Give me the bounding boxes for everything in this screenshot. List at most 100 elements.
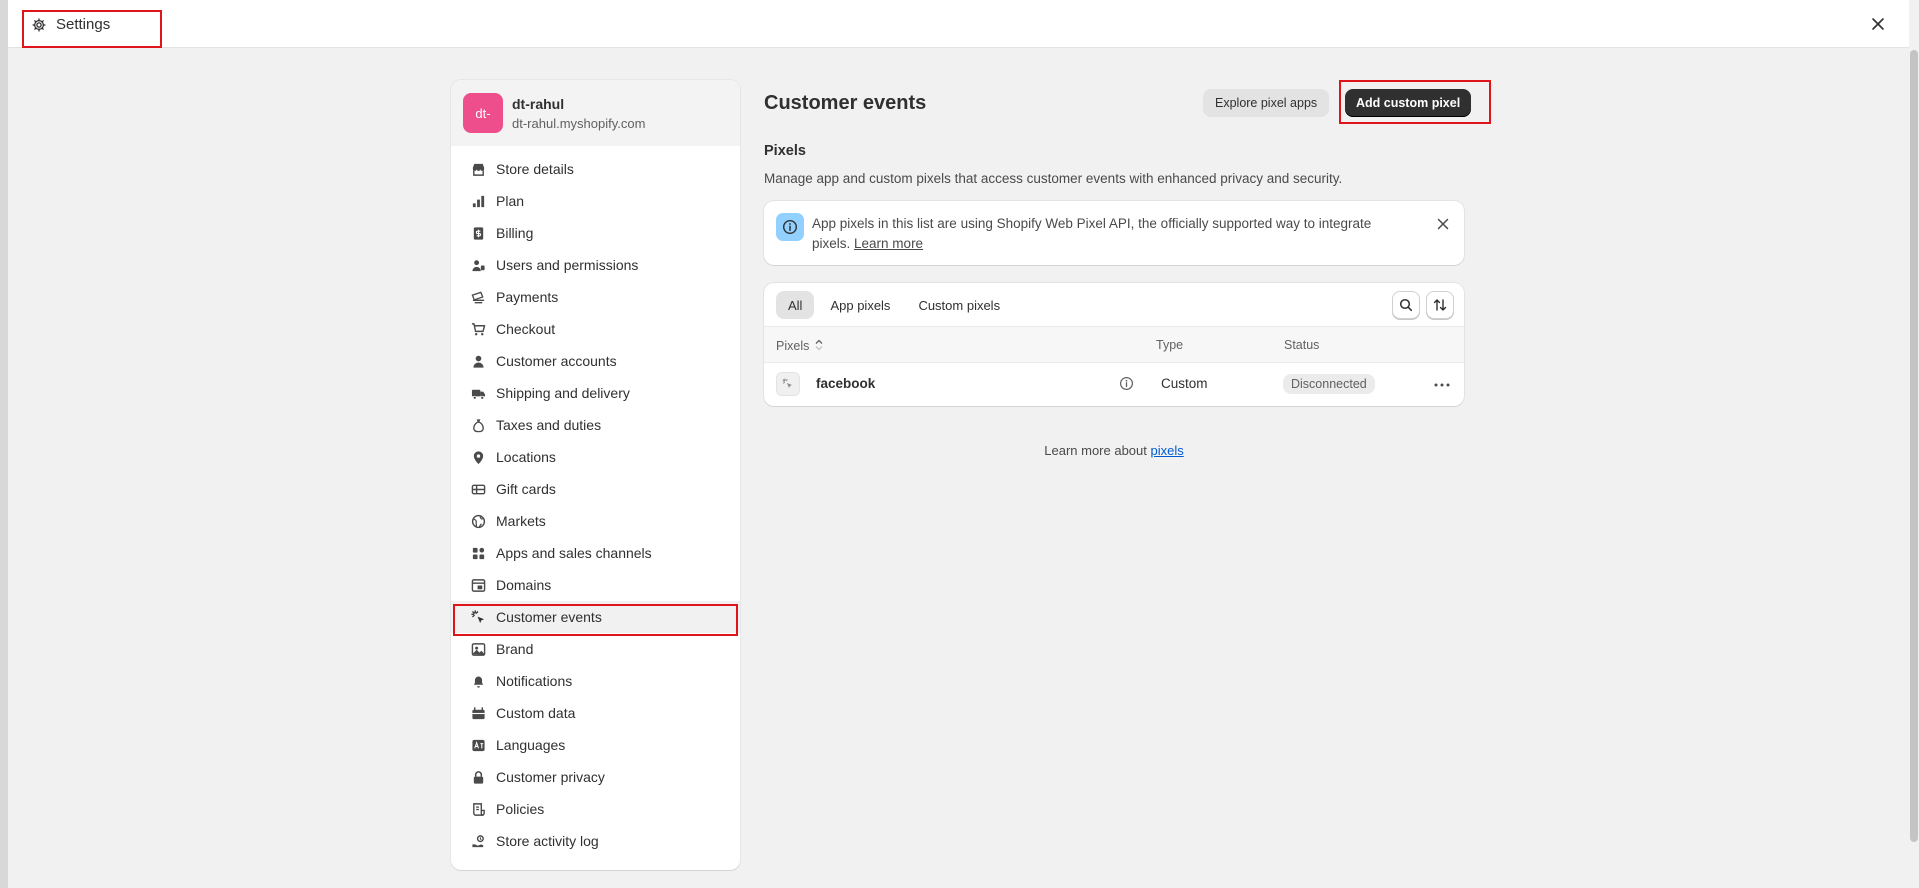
person-icon [470, 353, 486, 369]
custom-data-icon [470, 705, 486, 721]
store-name: dt-rahul [512, 95, 565, 112]
sidebar-item-custom-data[interactable]: Custom data [451, 697, 740, 729]
window-left-edge [0, 0, 8, 888]
search-icon [1399, 298, 1413, 312]
banner-dismiss-button[interactable] [1434, 215, 1452, 233]
globe-icon [470, 513, 486, 529]
gear-icon [32, 16, 46, 37]
sidebar-item-label: Shipping and delivery [496, 385, 630, 401]
sidebar-item-label: Billing [496, 225, 534, 241]
sidebar-item-label: Markets [496, 513, 546, 529]
sidebar-item-payments[interactable]: Payments [451, 281, 740, 313]
sidebar-item-checkout[interactable]: Checkout [451, 313, 740, 345]
table-header: Pixels Type Status [764, 326, 1464, 363]
language-icon [470, 737, 486, 753]
column-header-status: Status [1284, 338, 1320, 352]
payments-icon [470, 289, 486, 305]
explore-pixel-apps-button[interactable]: Explore pixel apps [1203, 89, 1330, 117]
sidebar-item-brand[interactable]: Brand [451, 633, 740, 665]
sort-arrows-icon [1433, 299, 1447, 311]
sidebar-item-customer-privacy[interactable]: Customer privacy [451, 761, 740, 793]
sidebar-item-label: Languages [496, 737, 566, 753]
pixel-type: Custom [1161, 376, 1208, 391]
footer-text: Learn more about [1044, 443, 1147, 458]
cursor-click-icon [776, 372, 800, 396]
sidebar-item-label: Apps and sales channels [496, 545, 652, 561]
sidebar-item-languages[interactable]: Languages [451, 729, 740, 761]
sidebar-item-label: Customer accounts [496, 353, 617, 369]
sidebar-item-policies[interactable]: Policies [451, 793, 740, 825]
settings-title-area: Settings [22, 10, 162, 48]
money-bag-icon [470, 417, 486, 433]
info-circle-icon[interactable] [1119, 376, 1134, 394]
pixel-filter-tabs: All App pixels Custom pixels [776, 291, 1012, 319]
cursor-click-icon [470, 609, 486, 625]
sidebar-item-label: Customer privacy [496, 769, 605, 785]
pixel-name[interactable]: facebook [816, 376, 875, 391]
store-header[interactable]: dt- dt-rahul dt-rahul.myshopify.com [451, 80, 740, 146]
sidebar-item-label: Payments [496, 289, 559, 305]
sidebar-item-label: Store activity log [496, 833, 599, 849]
sidebar-item-gift-cards[interactable]: Gift cards [451, 473, 740, 505]
settings-title: Settings [56, 16, 111, 33]
sidebar-item-customer-accounts[interactable]: Customer accounts [451, 345, 740, 377]
more-actions-button[interactable] [1432, 375, 1452, 395]
status-badge: Disconnected [1283, 374, 1375, 394]
search-button[interactable] [1392, 291, 1420, 319]
users-icon [470, 257, 486, 273]
footer-note: Learn more about pixels [764, 443, 1464, 458]
add-custom-pixel-button[interactable]: Add custom pixel [1345, 89, 1472, 117]
sidebar-item-plan[interactable]: Plan [451, 185, 740, 217]
bell-icon [470, 673, 486, 689]
sidebar-item-label: Domains [496, 577, 552, 593]
sidebar-item-apps-and-sales-channels[interactable]: Apps and sales channels [451, 537, 740, 569]
sidebar-item-markets[interactable]: Markets [451, 505, 740, 537]
sidebar-item-label: Customer events [496, 609, 602, 625]
store-domain: dt-rahul.myshopify.com [512, 115, 646, 131]
sidebar-item-locations[interactable]: Locations [451, 441, 740, 473]
tab-all[interactable]: All [776, 291, 815, 319]
tab-app-pixels[interactable]: App pixels [818, 291, 902, 319]
close-button[interactable] [1867, 13, 1889, 35]
sidebar-item-label: Gift cards [496, 481, 556, 497]
location-pin-icon [470, 449, 486, 465]
sidebar-item-taxes-and-duties[interactable]: Taxes and duties [451, 409, 740, 441]
brand-icon [470, 641, 486, 657]
sidebar-item-domains[interactable]: Domains [451, 569, 740, 601]
scrollbar-thumb[interactable] [1910, 50, 1918, 842]
banner-learn-more-link[interactable]: Learn more [854, 236, 923, 251]
page-title: Customer events [764, 92, 927, 114]
sidebar-item-shipping-and-delivery[interactable]: Shipping and delivery [451, 377, 740, 409]
pixels-table-card: All App pixels Custom pixels Pixels Type… [764, 283, 1464, 406]
sidebar-item-users-and-permissions[interactable]: Users and permissions [451, 249, 740, 281]
section-title: Pixels [764, 143, 806, 159]
pixels-link[interactable]: pixels [1151, 443, 1184, 458]
sort-button[interactable] [1426, 291, 1454, 319]
column-header-pixels[interactable]: Pixels [776, 338, 823, 353]
column-header-type: Type [1156, 338, 1184, 352]
add-custom-pixel-highlight: Add custom pixel [1339, 80, 1491, 124]
billing-icon [470, 225, 486, 241]
sidebar-item-label: Brand [496, 641, 534, 657]
activity-log-icon [470, 833, 486, 849]
sidebar-item-label: Locations [496, 449, 556, 465]
settings-header: Settings [8, 0, 1909, 48]
sidebar-item-label: Checkout [496, 321, 556, 337]
table-row[interactable]: facebook Custom Disconnected [764, 363, 1464, 406]
sidebar-item-notifications[interactable]: Notifications [451, 665, 740, 697]
sidebar-item-store-activity-log[interactable]: Store activity log [451, 825, 740, 857]
truck-icon [470, 385, 486, 401]
tab-custom-pixels[interactable]: Custom pixels [906, 291, 1012, 319]
close-icon [1437, 218, 1449, 230]
close-icon [1872, 18, 1884, 30]
plan-icon [470, 193, 486, 209]
store-icon [470, 161, 486, 177]
store-avatar: dt- [463, 93, 503, 133]
sidebar-item-billing[interactable]: Billing [451, 217, 740, 249]
gift-card-icon [470, 481, 486, 497]
info-banner: App pixels in this list are using Shopif… [764, 201, 1464, 265]
sidebar-item-customer-events[interactable]: Customer events [451, 601, 740, 636]
policies-icon [470, 801, 486, 817]
banner-text-wrap: App pixels in this list are using Shopif… [812, 214, 1402, 254]
sidebar-item-store-details[interactable]: Store details [451, 153, 740, 185]
